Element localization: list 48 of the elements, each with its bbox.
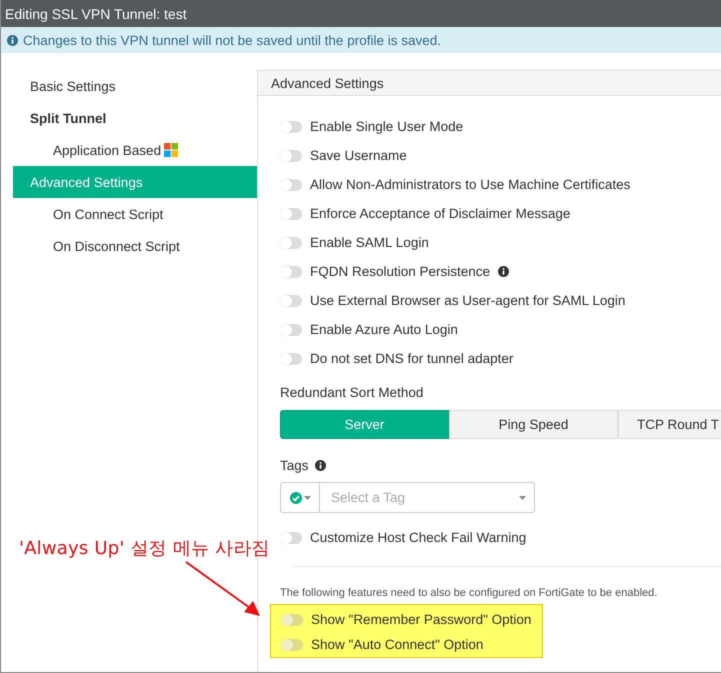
info-message: Changes to this VPN tunnel will not be saved until the profile is saved. [23, 32, 441, 48]
info-icon [7, 34, 18, 46]
toggle-switch[interactable] [280, 236, 302, 248]
caret-icon [304, 496, 310, 500]
panel-title: Advanced Settings [271, 76, 384, 90]
toggle-switch[interactable] [280, 324, 302, 336]
segment-button[interactable]: TCP Round T [618, 410, 721, 439]
sidebar-item-label: Application Based [53, 142, 162, 158]
toggle-label: Show "Auto Connect" Option [311, 637, 484, 652]
info-icon [314, 460, 326, 470]
toggle-switch[interactable] [280, 208, 302, 220]
toggle-switch[interactable] [280, 178, 302, 190]
toggle-switch[interactable] [281, 614, 303, 626]
sidebar-item[interactable]: On Disconnect Script [13, 230, 257, 262]
info-icon [498, 266, 510, 277]
toggle-label: Do not set DNS for tunnel adapter [310, 351, 514, 366]
toggle-switch[interactable] [280, 532, 302, 544]
check-icon [290, 492, 302, 504]
toggle-switch[interactable] [281, 638, 303, 650]
toggle-label: Allow Non-Administrators to Use Machine Certificates [310, 177, 630, 192]
sidebar-item[interactable]: Split Tunnel [13, 102, 257, 134]
select-placeholder: Select a Tag [331, 490, 406, 505]
section-label: Tags [280, 458, 309, 472]
note-text: The following features need to also be configured on FortiGate to be enabled. [280, 587, 658, 599]
toggle-label: Customize Host Check Fail Warning [310, 530, 526, 545]
toggle-switch[interactable] [280, 150, 302, 162]
tag-color-button[interactable] [280, 482, 320, 513]
sidebar-item[interactable]: On Connect Script [13, 198, 257, 230]
windows-logo-icon [164, 143, 178, 157]
toggle-label: Enforce Acceptance of Disclaimer Message [310, 206, 570, 221]
sidebar-item[interactable]: Basic Settings [13, 70, 257, 102]
caret-icon [519, 496, 526, 500]
section-label: Redundant Sort Method [280, 384, 424, 400]
toggle-label: Enable SAML Login [310, 235, 429, 250]
toggle-switch[interactable] [280, 352, 302, 364]
toggle-label: Enable Single User Mode [310, 119, 464, 134]
toggle-switch[interactable] [280, 120, 302, 132]
toggle-switch[interactable] [280, 294, 302, 306]
toggle-label: Save Username [310, 148, 407, 163]
segment-button[interactable]: Ping Speed [449, 410, 618, 439]
annotation-text: 'Always Up' 설정 메뉴 사라짐 [19, 537, 270, 560]
toggle-label: FQDN Resolution Persistence [310, 264, 490, 279]
window-title: Editing SSL VPN Tunnel: test [1, 0, 721, 27]
toggle-label: Enable Azure Auto Login [310, 322, 458, 337]
toggle-label: Show "Remember Password" Option [311, 612, 532, 627]
toggle-label: Use External Browser as User-agent for SAML Login [310, 293, 626, 308]
toggle-switch[interactable] [280, 266, 302, 278]
sidebar-item[interactable]: Application Based [13, 134, 257, 166]
